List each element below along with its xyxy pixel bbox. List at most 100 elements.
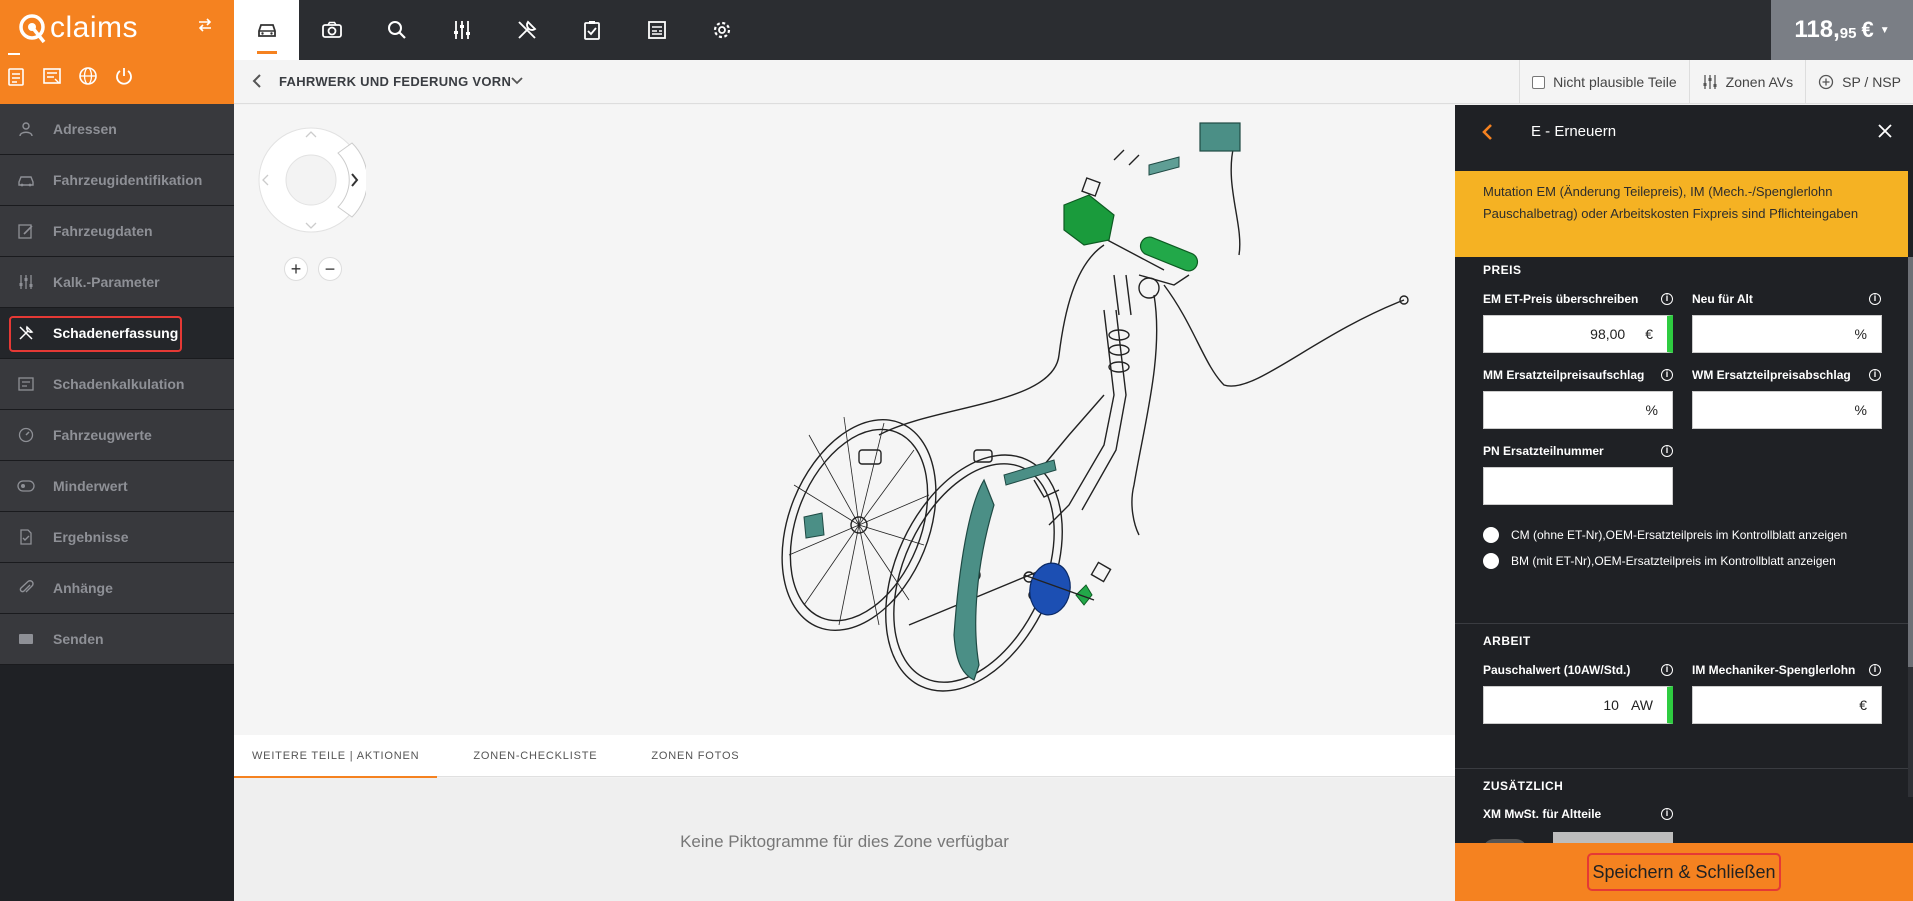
sidebar-item-label: Schadenkalkulation — [53, 376, 185, 392]
pausch-unit: AW — [1630, 697, 1653, 713]
parts-diagram-canvas[interactable]: + − — [234, 105, 1455, 735]
sidebar-item-label: Kalk.-Parameter — [53, 274, 160, 290]
sidebar-item-label: Fahrzeugidentifikation — [53, 172, 203, 188]
tab-zonen-checkliste[interactable]: ZONEN-CHECKLISTE — [437, 735, 615, 777]
gear-icon — [713, 21, 730, 39]
radio-cm[interactable]: CM (ohne ET-Nr),OEM-Ersatzteilpreis im K… — [1483, 527, 1847, 543]
sp-nsp-label: SP / NSP — [1842, 74, 1901, 90]
info-icon[interactable]: i — [1869, 664, 1881, 676]
tab-weitere-teile[interactable]: WEITERE TEILE | AKTIONEN — [234, 735, 438, 778]
info-icon[interactable]: i — [1661, 808, 1673, 820]
tab-photos[interactable] — [299, 0, 364, 60]
tab-content: Keine Piktogramme für dies Zone verfügba… — [234, 778, 1455, 901]
wm-input[interactable]: % — [1692, 391, 1882, 429]
info-icon[interactable]: i — [1661, 445, 1673, 457]
section-title-preis: PREIS — [1483, 263, 1522, 277]
sidebar-item-minderwert[interactable]: Minderwert — [0, 461, 234, 512]
pn-input[interactable] — [1483, 467, 1673, 505]
info-icon[interactable]: i — [1869, 369, 1881, 381]
neu-fuer-alt-input[interactable]: % — [1692, 315, 1882, 353]
sidebar-item-schadenerfassung[interactable]: Schadenerfassung — [0, 308, 234, 359]
tab-repair[interactable] — [494, 0, 559, 60]
divider — [1455, 768, 1908, 769]
info-icon[interactable]: i — [1661, 664, 1673, 676]
radio-cm-label: CM (ohne ET-Nr),OEM-Ersatzteilpreis im K… — [1511, 528, 1848, 542]
checkbox[interactable] — [1532, 75, 1546, 89]
zone-title[interactable]: FAHRWERK UND FEDERUNG VORN — [279, 74, 511, 89]
highlight-box — [9, 316, 182, 352]
tab-checklist[interactable] — [559, 0, 624, 60]
radio-button[interactable] — [1483, 527, 1499, 543]
radio-button[interactable] — [1483, 553, 1499, 569]
chevron-left-icon[interactable] — [1481, 123, 1493, 146]
pausch-value: 10 — [1603, 697, 1619, 713]
part-green-grip[interactable] — [1138, 234, 1200, 273]
price-main: 118, — [1794, 16, 1840, 43]
implausible-parts-label: Nicht plausible Teile — [1553, 74, 1677, 90]
sidebar-item-label: Anhänge — [53, 580, 113, 596]
zonen-avs-label: Zonen AVs — [1725, 74, 1794, 90]
im-label: IM Mechaniker-Spenglerlohn — [1692, 663, 1856, 677]
chevron-left-icon[interactable] — [252, 74, 262, 93]
sidebar-item-label: Fahrzeugwerte — [53, 427, 152, 443]
scrollbar-thumb[interactable] — [1908, 257, 1913, 667]
pausch-label: Pauschalwert (10AW/Std.) — [1483, 663, 1631, 677]
tab-vehicle[interactable] — [234, 0, 299, 60]
part-teal-mudguard[interactable] — [953, 478, 995, 681]
swap-arrows-icon[interactable] — [196, 16, 214, 34]
em-price-input[interactable]: 98,00 € — [1483, 315, 1673, 353]
part-green-bracket[interactable] — [1063, 194, 1115, 246]
tab-parameters[interactable] — [429, 0, 494, 60]
mm-input[interactable]: % — [1483, 391, 1673, 429]
sp-nsp-button[interactable]: SP / NSP — [1805, 60, 1913, 104]
calculation-sheet-icon[interactable] — [40, 64, 64, 88]
part-blue-hub[interactable] — [1026, 560, 1074, 618]
tab-settings[interactable] — [689, 0, 754, 60]
sidebar-item-anhaenge[interactable]: Anhänge — [0, 563, 234, 614]
em-price-unit: € — [1645, 326, 1653, 342]
tab-zonen-fotos[interactable]: ZONEN FOTOS — [615, 735, 757, 777]
top-bar: 118, 95 € ▼ — [234, 0, 1913, 60]
chevron-down-icon[interactable] — [511, 73, 523, 91]
part-edit-panel: E - Erneuern Mutation EM (Änderung Teile… — [1455, 105, 1913, 901]
person-icon — [16, 119, 36, 139]
info-icon[interactable]: i — [1661, 369, 1673, 381]
em-label: EM ET-Preis überschreiben — [1483, 292, 1639, 306]
sidebar-item-senden[interactable]: Senden — [0, 614, 234, 665]
sidebar-item-kalk-parameter[interactable]: Kalk.-Parameter — [0, 257, 234, 308]
sidebar-item-fahrzeugdaten[interactable]: Fahrzeugdaten — [0, 206, 234, 257]
im-input[interactable]: € — [1692, 686, 1882, 724]
sidebar-item-ergebnisse[interactable]: Ergebnisse — [0, 512, 234, 563]
total-price[interactable]: 118, 95 € ▼ — [1771, 0, 1913, 60]
power-icon[interactable] — [112, 64, 136, 88]
zone-header: FAHRWERK UND FEDERUNG VORN Nicht plausib… — [234, 60, 1913, 104]
xm-label: XM MwSt. für Altteile — [1483, 807, 1602, 821]
sidebar-item-schadenkalkulation[interactable]: Schadenkalkulation — [0, 359, 234, 410]
tab-report[interactable] — [624, 0, 689, 60]
save-and-close-button[interactable]: Speichern & Schließen — [1587, 853, 1781, 891]
sidebar-item-label: Minderwert — [53, 478, 128, 494]
close-icon[interactable] — [1877, 123, 1893, 144]
sidebar-item-fahrzeugidentifikation[interactable]: Fahrzeugidentifikation — [0, 155, 234, 206]
wm-unit: % — [1854, 402, 1867, 418]
pauschalwert-input[interactable]: 10 AW — [1483, 686, 1673, 724]
section-title-zusaetzlich: ZUSÄTZLICH — [1483, 779, 1564, 793]
mm-unit: % — [1645, 402, 1658, 418]
radio-bm[interactable]: BM (mit ET-Nr),OEM-Ersatzteilpreis im Ko… — [1483, 553, 1836, 569]
sidebar-item-fahrzeugwerte[interactable]: Fahrzeugwerte — [0, 410, 234, 461]
calc-icon — [16, 374, 36, 394]
part-teal-reflector[interactable] — [1199, 122, 1241, 152]
sidebar-item-adressen[interactable]: Adressen — [0, 104, 234, 155]
logo[interactable]: claims — [18, 6, 138, 50]
clipboard-icon[interactable] — [4, 64, 28, 88]
info-icon[interactable]: i — [1869, 293, 1881, 305]
zonen-avs-button[interactable]: Zonen AVs — [1688, 60, 1805, 104]
radio-bm-label: BM (mit ET-Nr),OEM-Ersatzteilpreis im Ko… — [1511, 554, 1836, 568]
info-icon[interactable]: i — [1661, 293, 1673, 305]
tab-search[interactable] — [364, 0, 429, 60]
globe-icon[interactable] — [76, 64, 100, 88]
implausible-parts-toggle[interactable]: Nicht plausible Teile — [1519, 60, 1688, 104]
sliders-icon — [16, 272, 36, 292]
panel-header: E - Erneuern — [1455, 105, 1913, 160]
plus-circle-icon — [1818, 74, 1834, 90]
